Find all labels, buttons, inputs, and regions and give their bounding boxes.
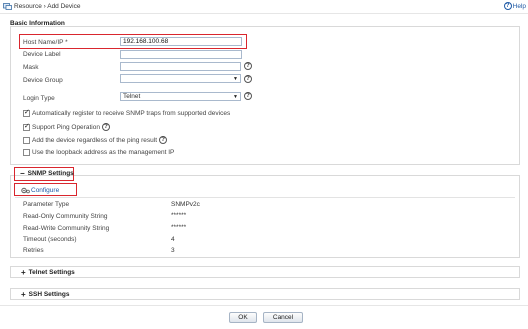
help-label: Help [512,2,526,10]
configure-label: Configure [31,187,60,194]
mask-input[interactable] [120,62,241,71]
snmp-title: SNMP Settings [27,170,74,177]
footer-divider [0,305,528,306]
regardless-question-icon[interactable]: ? [159,136,168,144]
snmp-row-label: Read-Write Community String [23,225,110,232]
snmp-row-label: Parameter Type [23,201,70,208]
support-ping-label: Support Ping Operation [32,123,100,131]
snmp-row-label: Read-Only Community String [23,213,108,220]
ok-button[interactable]: OK [229,312,257,323]
device-label-input[interactable] [120,50,242,59]
configure-icon [21,187,30,194]
login-type-select[interactable]: Telnet ▼ [120,92,241,101]
group-question-icon[interactable]: ? [244,75,252,83]
loopback-checkbox[interactable] [23,149,30,156]
auto-register-checkbox[interactable] [23,108,30,117]
auto-register-option[interactable]: Automatically register to receive SNMP t… [23,108,231,117]
snmp-section-toggle[interactable]: − SNMP Settings [20,168,74,178]
snmp-row-value: ****** [171,224,187,231]
support-ping-option[interactable]: Support Ping Operation ? [23,122,110,131]
help-icon: ? [503,2,512,10]
basic-info-title: Basic Information [10,20,65,27]
login-type-label: Login Type [23,95,55,102]
snmp-row-value: ****** [171,212,187,219]
help-link[interactable]: ? Help [503,2,526,10]
host-input[interactable]: 192.168.100.68 [120,37,242,46]
mask-question-icon[interactable]: ? [244,62,252,70]
ssh-panel: + SSH Settings [10,288,520,300]
ping-regardless-option[interactable]: Add the device regardless of the ping re… [23,136,168,144]
loopback-label: Use the loopback address as the manageme… [32,149,175,156]
chevron-down-icon: ▼ [233,94,238,100]
expand-icon: + [21,267,26,277]
ssh-title: SSH Settings [28,291,70,298]
configure-link[interactable]: Configure [21,187,59,194]
login-type-value: Telnet [123,93,141,100]
ssh-section-toggle[interactable]: + SSH Settings [21,289,70,299]
support-ping-checkbox[interactable] [23,122,30,131]
ping-question-icon[interactable]: ? [101,123,110,131]
telnet-section-toggle[interactable]: + Telnet Settings [21,267,75,277]
device-group-select[interactable]: ▼ [120,74,241,83]
telnet-title: Telnet Settings [28,269,75,276]
collapse-icon: − [20,168,25,178]
ping-regardless-label: Add the device regardless of the ping re… [32,136,158,144]
snmp-divider [15,197,515,198]
breadcrumb[interactable]: Resource › Add Device [14,3,80,10]
device-label-label: Device Label [23,51,61,58]
host-label: Host Name/IP * [23,39,68,46]
loopback-option[interactable]: Use the loopback address as the manageme… [23,149,174,156]
ping-regardless-checkbox[interactable] [23,136,30,144]
telnet-panel: + Telnet Settings [10,266,520,278]
snmp-row-label: Retries [23,247,44,254]
snmp-row-value: 4 [171,236,175,243]
snmp-row-value: SNMPv2c [171,201,200,208]
snmp-row-label: Timeout (seconds) [23,236,77,243]
top-bar: Resource › Add Device ? Help [0,0,528,14]
cancel-button[interactable]: Cancel [263,312,303,323]
auto-register-label: Automatically register to receive SNMP t… [32,110,231,117]
device-group-label: Device Group [23,77,63,84]
snmp-row-value: 3 [171,247,175,254]
resource-icon [3,3,12,10]
chevron-down-icon: ▼ [233,76,238,82]
login-question-icon[interactable]: ? [244,92,252,100]
mask-label: Mask [23,64,39,71]
expand-icon: + [21,289,26,299]
